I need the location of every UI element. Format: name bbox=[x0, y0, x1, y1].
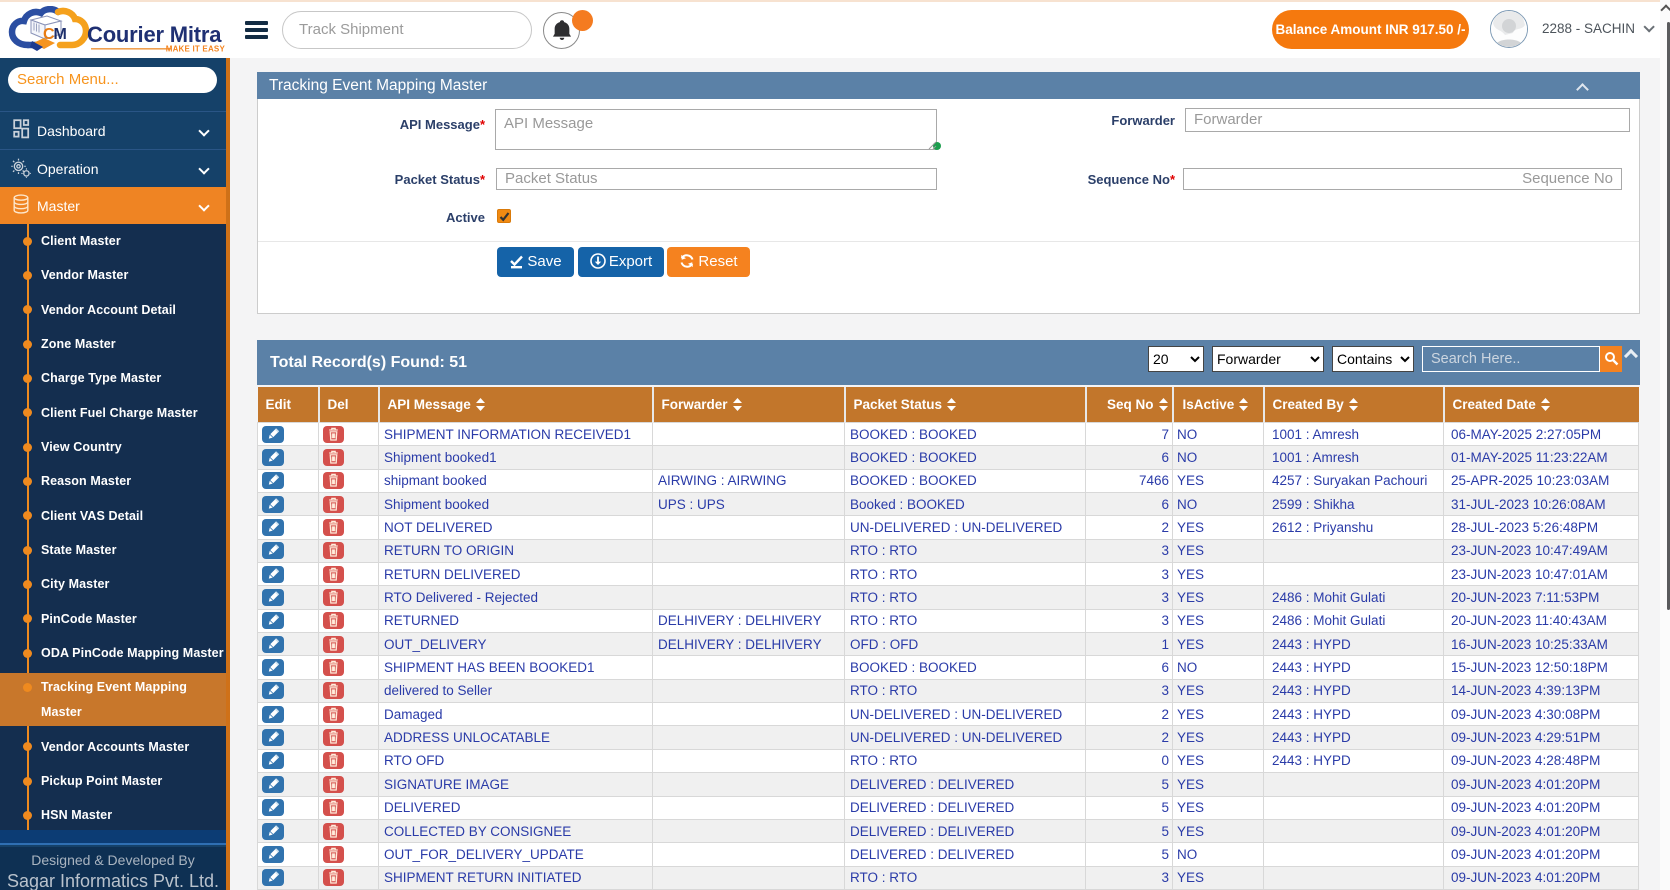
svg-text:M: M bbox=[54, 26, 67, 43]
svg-text:Courier Mitra: Courier Mitra bbox=[87, 22, 222, 47]
svg-text:MAKE IT EASY: MAKE IT EASY bbox=[166, 45, 226, 54]
